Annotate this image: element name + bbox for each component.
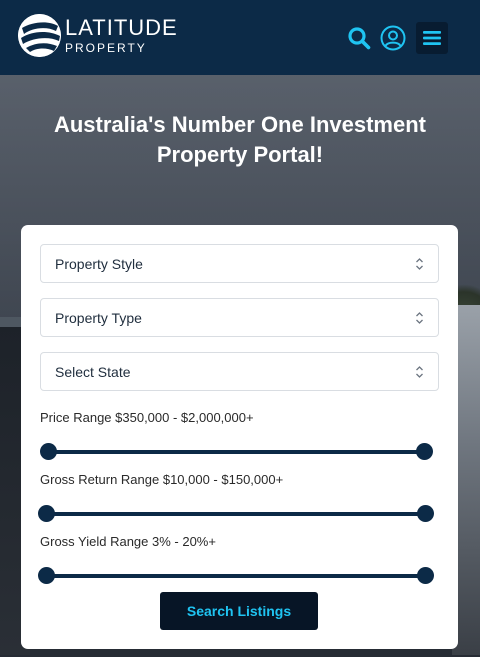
account-button[interactable] xyxy=(378,23,408,53)
site-header: LATITUDE PROPERTY xyxy=(0,0,480,75)
gross-return-range-slider[interactable] xyxy=(38,505,439,523)
gross-yield-range-track xyxy=(48,574,431,578)
gross-yield-range-max-handle[interactable] xyxy=(417,567,434,584)
gross-yield-range-slider[interactable] xyxy=(38,567,439,585)
brand-name: LATITUDE xyxy=(65,15,178,40)
state-value: Select State xyxy=(55,363,131,380)
user-icon xyxy=(380,25,406,51)
gross-yield-range-label: Gross Yield Range 3% - 20%+ xyxy=(40,534,216,549)
price-range-max-handle[interactable] xyxy=(416,443,433,460)
gross-return-range-max-handle[interactable] xyxy=(417,505,434,522)
search-icon xyxy=(348,27,371,50)
menu-icon xyxy=(423,31,441,45)
property-style-select[interactable]: Property Style xyxy=(40,244,439,283)
property-type-value: Property Type xyxy=(55,309,142,326)
price-range-track xyxy=(48,450,431,454)
logo[interactable]: LATITUDE PROPERTY xyxy=(18,14,178,57)
price-range-slider[interactable] xyxy=(40,443,439,461)
hero-title: Australia's Number One Investment Proper… xyxy=(53,112,426,167)
chevron-updown-icon xyxy=(416,312,423,324)
search-button[interactable] xyxy=(344,23,374,53)
header-actions xyxy=(344,22,448,54)
state-select[interactable]: Select State xyxy=(40,352,439,391)
property-style-value: Property Style xyxy=(55,255,143,272)
chevron-updown-icon xyxy=(416,258,423,270)
brand-subtitle: PROPERTY xyxy=(65,41,147,55)
gross-return-range-min-handle[interactable] xyxy=(38,505,55,522)
globe-logo-icon xyxy=(18,14,61,57)
gross-yield-range-min-handle[interactable] xyxy=(38,567,55,584)
property-search-card: Property Style Property Type Select Stat… xyxy=(21,225,458,649)
gross-return-range-label: Gross Return Range $10,000 - $150,000+ xyxy=(40,472,284,487)
price-range-min-handle[interactable] xyxy=(40,443,57,460)
menu-button[interactable] xyxy=(416,22,448,54)
price-range-label: Price Range $350,000 - $2,000,000+ xyxy=(40,410,254,425)
search-listings-button[interactable]: Search Listings xyxy=(160,592,318,630)
chevron-updown-icon xyxy=(416,366,423,378)
property-type-select[interactable]: Property Type xyxy=(40,298,439,337)
gross-return-range-track xyxy=(48,512,431,516)
